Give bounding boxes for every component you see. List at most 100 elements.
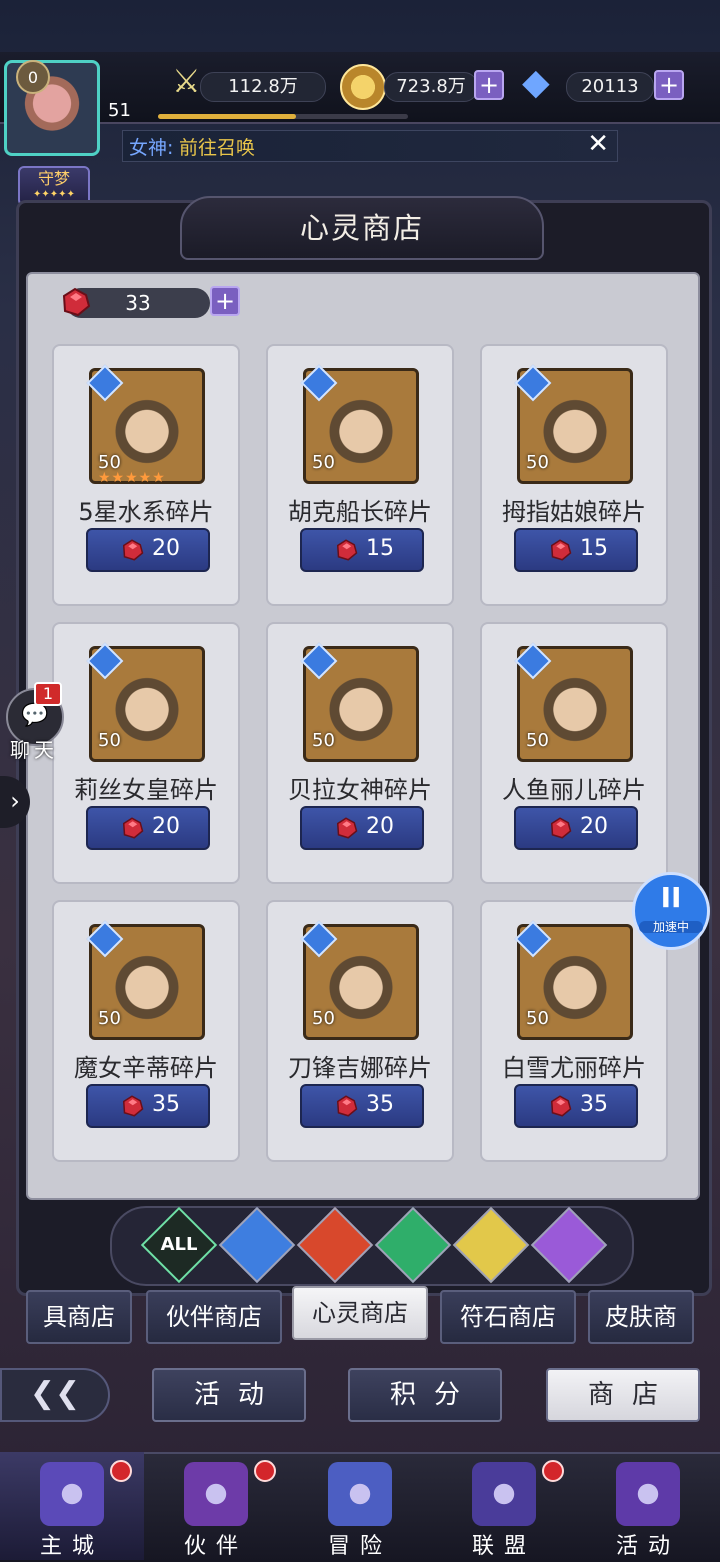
item-level: 50 <box>526 730 549 751</box>
item-name: 胡克船长碎片 <box>288 498 432 526</box>
item-price: 20 <box>152 536 180 561</box>
buy-button[interactable]: 35 <box>86 1084 210 1128</box>
red-crystal-icon <box>336 1095 358 1117</box>
item-name: 人鱼丽儿碎片 <box>502 776 646 804</box>
notification-dot <box>254 1460 276 1482</box>
guild-icon <box>472 1462 536 1526</box>
buy-button[interactable]: 20 <box>300 806 424 850</box>
notice-summon-link[interactable]: 前往召唤 <box>179 133 255 160</box>
shop-item-card[interactable]: 50 白雪尤丽碎片 35 <box>480 900 668 1162</box>
shop-item-card[interactable]: 50 拇指姑娘碎片 15 <box>480 344 668 606</box>
item-name: 刀锋吉娜碎片 <box>288 1054 432 1082</box>
item-price: 15 <box>366 536 394 561</box>
speed-label: 加速中 <box>639 921 703 933</box>
item-name: 白雪尤丽碎片 <box>502 1054 646 1082</box>
nav-label: 冒险 <box>327 1534 392 1559</box>
power-value: 112.8万 <box>200 72 326 102</box>
adventure-icon <box>328 1462 392 1526</box>
buy-button[interactable]: 15 <box>514 528 638 572</box>
shop-tab[interactable]: 心灵商店 <box>292 1286 428 1340</box>
sub-tab[interactable]: 活动 <box>152 1368 306 1422</box>
element-tab-4[interactable] <box>452 1206 530 1284</box>
item-level: 50 <box>312 730 335 751</box>
item-name: 5星水系碎片 <box>78 498 214 526</box>
shop-item-card[interactable]: 50 贝拉女神碎片 20 <box>266 622 454 884</box>
castle-icon <box>40 1462 104 1526</box>
nav-item[interactable]: 主城 <box>0 1452 144 1560</box>
shop-tab[interactable]: 具商店 <box>26 1290 132 1344</box>
shop-item-card[interactable]: 50 人鱼丽儿碎片 20 <box>480 622 668 884</box>
item-price: 35 <box>366 1092 394 1117</box>
add-gold-button[interactable]: + <box>474 70 504 100</box>
red-crystal-icon <box>550 1095 572 1117</box>
shop-title: 心灵商店 <box>299 211 424 245</box>
element-tab-3[interactable] <box>374 1206 452 1284</box>
shop-tab[interactable]: 伙伴商店 <box>146 1290 282 1344</box>
element-tab-label: ALL <box>160 1234 198 1255</box>
element-tab-1[interactable] <box>218 1206 296 1284</box>
item-name: 拇指姑娘碎片 <box>502 498 646 526</box>
red-crystal-icon <box>122 817 144 839</box>
red-crystal-icon <box>336 817 358 839</box>
red-crystal-icon <box>336 539 358 561</box>
notice-banner[interactable]: 女神: 前往召唤 ✕ <box>122 129 618 162</box>
sub-tab[interactable]: 积分 <box>348 1368 502 1422</box>
shop-item-card[interactable]: 50 ★★★★★ 5星水系碎片 20 <box>52 344 240 606</box>
sub-tab[interactable]: 商店 <box>546 1368 700 1422</box>
gold-coin-icon <box>340 64 386 110</box>
item-level: 50 <box>312 452 335 473</box>
title-badge-label: 守梦 <box>37 169 70 188</box>
buy-button[interactable]: 15 <box>300 528 424 572</box>
chat-unread-badge: 1 <box>34 682 62 706</box>
nav-label: 联盟 <box>471 1534 536 1559</box>
nav-label: 活动 <box>615 1534 680 1559</box>
item-name: 贝拉女神碎片 <box>288 776 432 804</box>
buy-button[interactable]: 35 <box>514 1084 638 1128</box>
diamond-value: 20113 <box>566 72 654 102</box>
red-crystal-icon <box>62 287 91 317</box>
shop-tab[interactable]: 皮肤商 <box>588 1290 694 1344</box>
shop-item-card[interactable]: 50 刀锋吉娜碎片 35 <box>266 900 454 1162</box>
shop-item-card[interactable]: 50 莉丝女皇碎片 20 <box>52 622 240 884</box>
level-progress-fill <box>158 114 296 119</box>
item-name: 莉丝女皇碎片 <box>74 776 218 804</box>
pause-icon: II <box>660 881 682 914</box>
element-tab-all[interactable]: ALL <box>140 1206 218 1284</box>
nav-item[interactable]: 冒险 <box>288 1452 432 1560</box>
item-price: 35 <box>580 1092 608 1117</box>
nav-item[interactable]: 伙伴 <box>144 1452 288 1560</box>
notification-dot <box>110 1460 132 1482</box>
buy-button[interactable]: 20 <box>86 806 210 850</box>
partner-icon <box>184 1462 248 1526</box>
element-tab-5[interactable] <box>530 1206 608 1284</box>
item-level: 50 <box>312 1008 335 1029</box>
close-icon[interactable]: ✕ <box>587 129 609 159</box>
speed-up-button[interactable]: II 加速中 <box>632 872 710 950</box>
shop-tab[interactable]: 符石商店 <box>440 1290 576 1344</box>
element-filter-bar: ALL <box>110 1206 634 1286</box>
item-level: 50 <box>526 1008 549 1029</box>
buy-button[interactable]: 20 <box>514 806 638 850</box>
item-price: 20 <box>366 814 394 839</box>
nav-label: 主城 <box>39 1534 104 1559</box>
item-level: 50 <box>98 1008 121 1029</box>
buy-button[interactable]: 35 <box>300 1084 424 1128</box>
power-icon: ⚔ <box>172 62 201 100</box>
back-button[interactable]: ❮❮ <box>0 1368 110 1422</box>
shop-item-card[interactable]: 50 魔女辛蒂碎片 35 <box>52 900 240 1162</box>
element-tab-2[interactable] <box>296 1206 374 1284</box>
title-badge-stars: ✦✦✦✦✦ <box>33 189 75 200</box>
nav-label: 伙伴 <box>183 1534 248 1559</box>
nav-item[interactable]: 联盟 <box>432 1452 576 1560</box>
shop-item-card[interactable]: 50 胡克船长碎片 15 <box>266 344 454 606</box>
event-cards-icon <box>616 1462 680 1526</box>
add-diamond-button[interactable]: + <box>654 70 684 100</box>
add-fragment-button[interactable]: + <box>210 286 240 316</box>
level-progress-bar <box>158 114 408 119</box>
item-name: 魔女辛蒂碎片 <box>74 1054 218 1082</box>
buy-button[interactable]: 20 <box>86 528 210 572</box>
red-crystal-icon <box>122 539 144 561</box>
item-price: 20 <box>580 814 608 839</box>
item-level: 50 <box>98 730 121 751</box>
nav-item[interactable]: 活动 <box>576 1452 720 1560</box>
